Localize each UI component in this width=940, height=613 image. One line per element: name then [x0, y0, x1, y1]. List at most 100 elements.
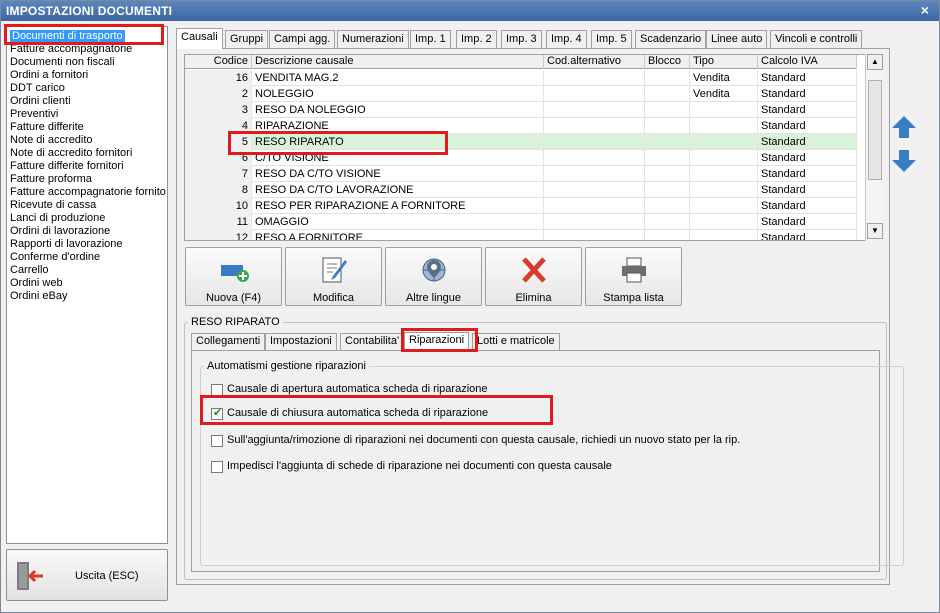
list-item[interactable]: Fatture proforma [10, 173, 92, 186]
list-item[interactable]: Preventivi [10, 108, 58, 121]
cell-tipo [690, 230, 758, 240]
table-row[interactable]: 3 RESO DA NOLEGGIO Standard [185, 102, 857, 118]
column-header-tipo[interactable]: Tipo [690, 55, 758, 69]
cell-descrizione: VENDITA MAG.2 [252, 70, 544, 86]
list-item[interactable]: Fatture differite [10, 121, 84, 134]
scroll-up-icon[interactable]: ▲ [867, 54, 883, 70]
cell-cod-alternativo [544, 182, 645, 198]
cell-calcolo-iva: Standard [758, 182, 857, 198]
table-row[interactable]: 7 RESO DA C/TO VISIONE Standard [185, 166, 857, 182]
column-header-blocco[interactable]: Blocco [645, 55, 690, 69]
cell-blocco [645, 150, 690, 166]
list-item[interactable]: Carrello [10, 264, 49, 277]
list-item[interactable]: DDT carico [10, 82, 65, 95]
cell-calcolo-iva: Standard [758, 214, 857, 230]
edit-document-icon [322, 257, 347, 283]
list-item[interactable]: Conferme d'ordine [10, 251, 100, 264]
cell-blocco [645, 118, 690, 134]
tab-scadenzario[interactable]: Scadenzario [635, 30, 707, 48]
list-item[interactable]: Lanci di produzione [10, 212, 105, 225]
tab-campi-agg[interactable]: Campi agg. [269, 30, 336, 48]
table-row[interactable]: 16 VENDITA MAG.2 Vendita Standard [185, 70, 857, 86]
cell-calcolo-iva: Standard [758, 102, 857, 118]
cell-cod-alternativo [544, 230, 645, 240]
tab-imp-3[interactable]: Imp. 3 [501, 30, 542, 48]
list-item[interactable]: Rapporti di lavorazione [10, 238, 123, 251]
list-item[interactable]: Note di accredito [10, 134, 93, 147]
close-icon[interactable]: × [917, 3, 933, 19]
tab-imp-5[interactable]: Imp. 5 [591, 30, 632, 48]
edit-button[interactable]: Modifica [285, 247, 382, 306]
tab-imp-2[interactable]: Imp. 2 [456, 30, 497, 48]
cell-cod-alternativo [544, 198, 645, 214]
tab-imp-4[interactable]: Imp. 4 [546, 30, 587, 48]
column-header-calcolo-iva[interactable]: Calcolo IVA [758, 55, 857, 69]
column-header-codice[interactable]: Codice [185, 55, 252, 69]
list-item[interactable]: Note di accredito fornitori [10, 147, 132, 160]
list-item[interactable]: Ordini di lavorazione [10, 225, 110, 238]
list-item[interactable]: Fatture differite fornitori [10, 160, 124, 173]
new-button-label: Nuova (F4) [205, 292, 262, 304]
cell-cod-alternativo [544, 70, 645, 86]
scrollbar-thumb[interactable] [868, 80, 882, 180]
cell-tipo [690, 118, 758, 134]
cell-codice: 3 [185, 102, 252, 118]
prevent-add-repair-checkbox[interactable] [211, 461, 223, 473]
new-button[interactable]: Nuova (F4) [185, 247, 282, 306]
table-row[interactable]: 4 RIPARAZIONE Standard [185, 118, 857, 134]
closing-automatic-checkbox[interactable] [211, 406, 223, 420]
column-header-descrizione[interactable]: Descrizione causale [252, 55, 544, 69]
cell-blocco [645, 102, 690, 118]
table-row[interactable]: 2 NOLEGGIO Vendita Standard [185, 86, 857, 102]
tab-linee-auto[interactable]: Linee auto [706, 30, 768, 48]
list-item-documenti-di-trasporto[interactable]: Documenti di trasporto [10, 30, 125, 43]
tab-collegamenti[interactable]: Collegamenti [191, 333, 266, 350]
cell-tipo [690, 166, 758, 182]
tab-numerazioni[interactable]: Numerazioni [337, 30, 409, 48]
move-up-arrow-icon[interactable] [890, 113, 918, 141]
tab-contabilita[interactable]: Contabilita' [340, 333, 405, 350]
tab-riparazioni[interactable]: Riparazioni [404, 332, 470, 351]
list-item[interactable]: Documenti non fiscali [10, 56, 115, 69]
printer-icon [622, 257, 646, 283]
tab-lotti-e-matricole[interactable]: Lotti e matricole [472, 333, 560, 350]
tab-impostazioni[interactable]: Impostazioni [265, 333, 337, 350]
list-item[interactable]: Ordini eBay [10, 290, 67, 303]
languages-button[interactable]: Altre lingue [385, 247, 482, 306]
tab-imp-1[interactable]: Imp. 1 [410, 30, 451, 48]
table-header: Codice Descrizione causale Cod.alternati… [185, 55, 857, 69]
table-row[interactable]: 8 RESO DA C/TO LAVORAZIONE Standard [185, 182, 857, 198]
list-item[interactable]: Fatture accompagnatorie [10, 43, 132, 56]
table-row[interactable]: 6 C/TO VISIONE Standard [185, 150, 857, 166]
table-row-selected[interactable]: 5 RESO RIPARATO Standard [185, 134, 857, 150]
table-row[interactable]: 12 RESO A FORNITORE Standard [185, 230, 857, 240]
table-scrollbar[interactable]: ▲ ▼ [865, 54, 883, 241]
cell-descrizione: C/TO VISIONE [252, 150, 544, 166]
list-item[interactable]: Ricevute di cassa [10, 199, 96, 212]
column-header-cod-alternativo[interactable]: Cod.alternativo [544, 55, 645, 69]
tab-gruppi[interactable]: Gruppi [225, 30, 269, 48]
scroll-down-icon[interactable]: ▼ [867, 223, 883, 239]
document-type-list[interactable]: Documenti di trasporto Fatture accompagn… [6, 26, 168, 544]
request-new-state-checkbox[interactable] [211, 435, 223, 447]
delete-button[interactable]: Elimina [485, 247, 582, 306]
print-list-button[interactable]: Stampa lista [585, 247, 682, 306]
opening-automatic-label: Causale di apertura automatica scheda di… [227, 383, 488, 395]
opening-automatic-checkbox[interactable] [211, 384, 223, 396]
move-down-arrow-icon[interactable] [890, 147, 918, 175]
table-row[interactable]: 11 OMAGGIO Standard [185, 214, 857, 230]
causali-table[interactable]: Codice Descrizione causale Cod.alternati… [184, 54, 883, 241]
tab-vincoli-e-controlli[interactable]: Vincoli e controlli [770, 30, 863, 48]
list-item[interactable]: Ordini a fornitori [10, 69, 88, 82]
list-item[interactable]: Ordini clienti [10, 95, 71, 108]
cell-codice: 7 [185, 166, 252, 182]
cell-descrizione: NOLEGGIO [252, 86, 544, 102]
exit-button-label: Uscita (ESC) [75, 570, 139, 582]
exit-button[interactable]: Uscita (ESC) [6, 549, 168, 601]
list-item[interactable]: Fatture accompagnatorie fornito [10, 186, 166, 199]
cell-cod-alternativo [544, 214, 645, 230]
list-item[interactable]: Ordini web [10, 277, 63, 290]
tab-causali[interactable]: Causali [176, 28, 223, 49]
table-row[interactable]: 10 RESO PER RIPARAZIONE A FORNITORE Stan… [185, 198, 857, 214]
cell-codice: 5 [185, 134, 252, 150]
